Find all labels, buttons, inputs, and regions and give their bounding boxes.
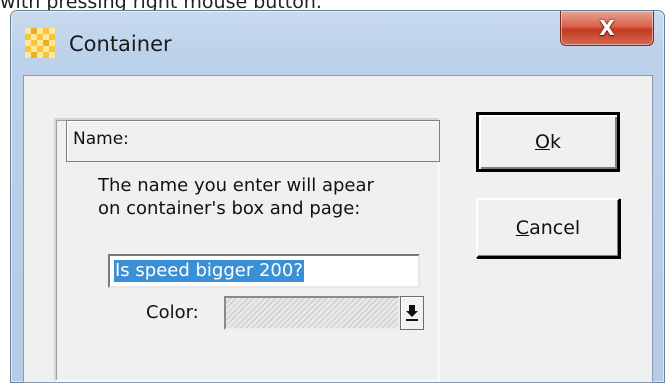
name-label: Name: [73,129,129,149]
container-name-input[interactable]: Is speed bigger 200? [108,254,420,288]
arrow-down-underline-icon [406,305,418,321]
cancel-button[interactable]: Cancel [476,198,620,258]
cancel-accel: C [515,217,530,239]
description-line-2: on container's box and page: [98,198,361,219]
description-line-1: The name you enter will apear [98,175,374,196]
title-bar[interactable]: Container X [11,11,664,71]
name-description: The name you enter will apear on contain… [98,174,428,220]
selected-text: Is speed bigger 200? [114,260,304,282]
close-icon: X [599,16,615,40]
color-label: Color: [146,302,199,323]
dialog-client-area: Name: The name you enter will apear on c… [23,75,653,383]
ok-accel: O [535,131,550,153]
cancel-rest: ancel [529,217,581,239]
color-swatch[interactable] [224,296,400,330]
dialog-window: Container X Name: The name you enter wil… [10,10,665,383]
name-header: Name: [66,120,440,162]
app-checker-icon [25,28,55,58]
window-title: Container [69,32,172,56]
color-dropdown-button[interactable] [400,296,424,330]
ok-rest: k [549,131,561,153]
ok-button[interactable]: Ok [476,112,620,172]
close-button[interactable]: X [560,11,654,46]
